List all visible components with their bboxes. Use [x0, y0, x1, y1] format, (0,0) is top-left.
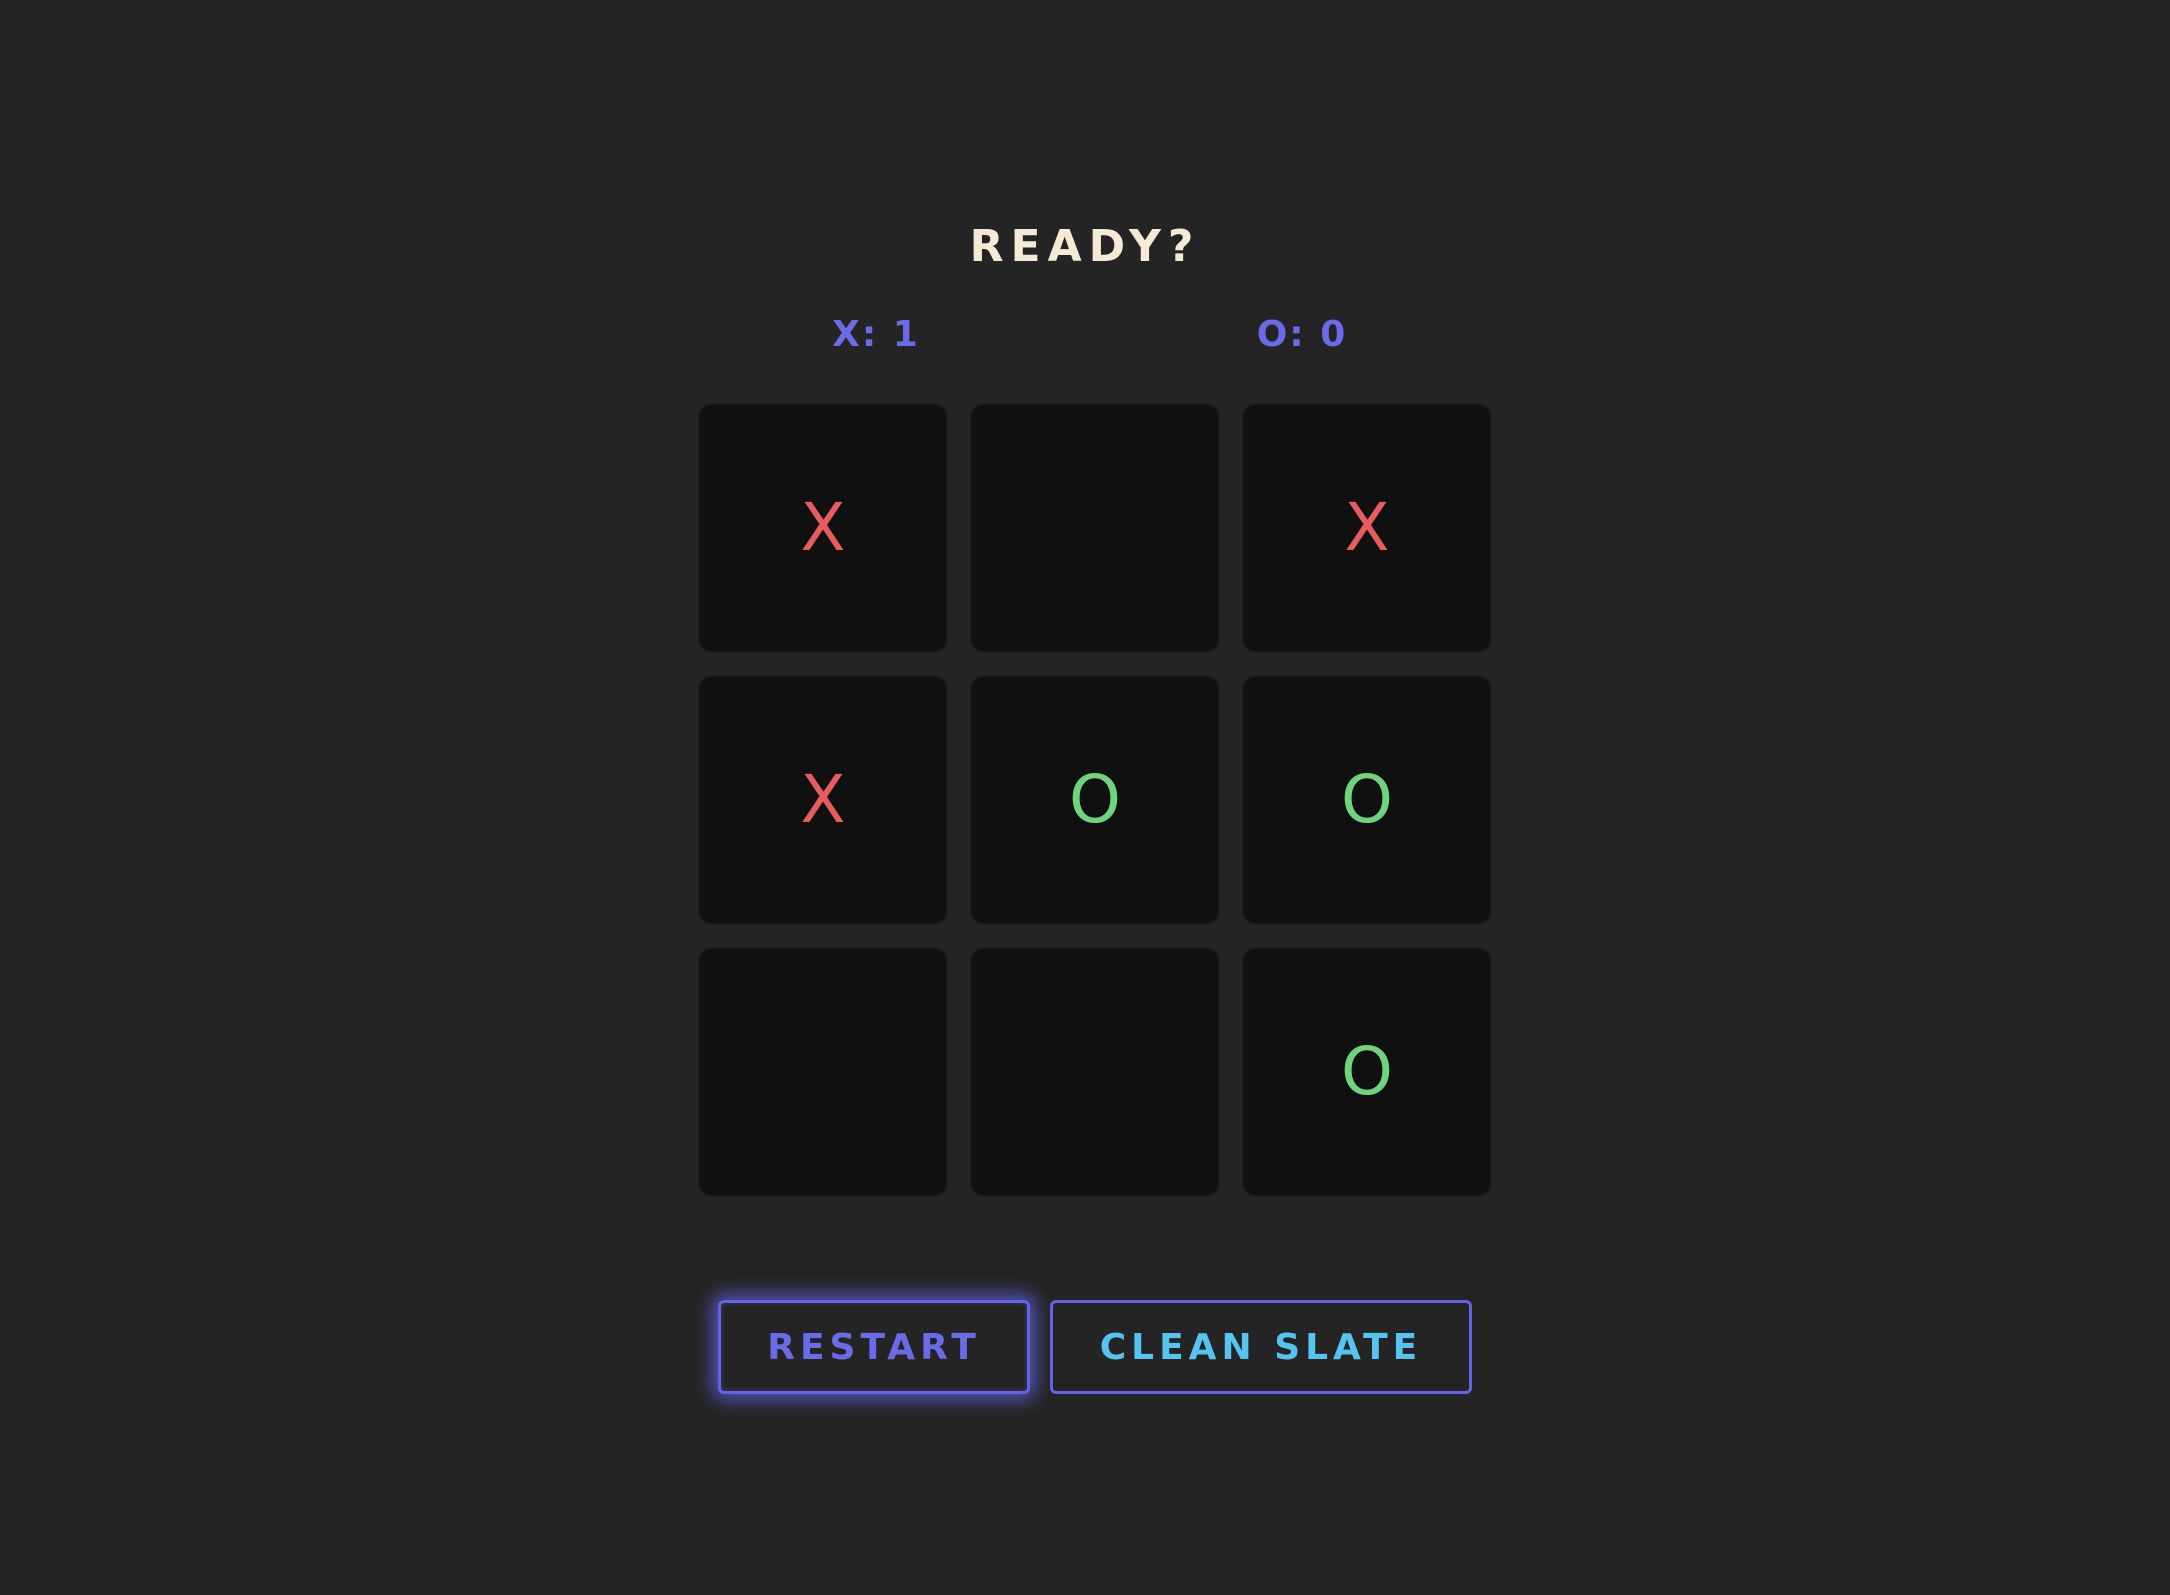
restart-button[interactable]: RESTART [718, 1300, 1030, 1394]
board-cell-7[interactable] [698, 947, 948, 1197]
board-cell-3[interactable]: X [1242, 403, 1492, 653]
board-cell-4[interactable]: X [698, 675, 948, 925]
board-cell-1[interactable]: X [698, 403, 948, 653]
board-cell-6[interactable]: O [1242, 675, 1492, 925]
board-cell-9[interactable]: O [1242, 947, 1492, 1197]
board-cell-5[interactable]: O [970, 675, 1220, 925]
game-board: X X X O O O [698, 403, 1492, 1197]
game-controls: RESTART CLEAN SLATE [0, 1300, 2170, 1394]
score-x: X: 1 [832, 314, 920, 355]
score-o: O: 0 [1256, 314, 1348, 355]
board-cell-2[interactable] [970, 403, 1220, 653]
board-cell-8[interactable] [970, 947, 1220, 1197]
game-status: READY? [969, 221, 1201, 272]
clean-slate-button[interactable]: CLEAN SLATE [1050, 1300, 1472, 1394]
